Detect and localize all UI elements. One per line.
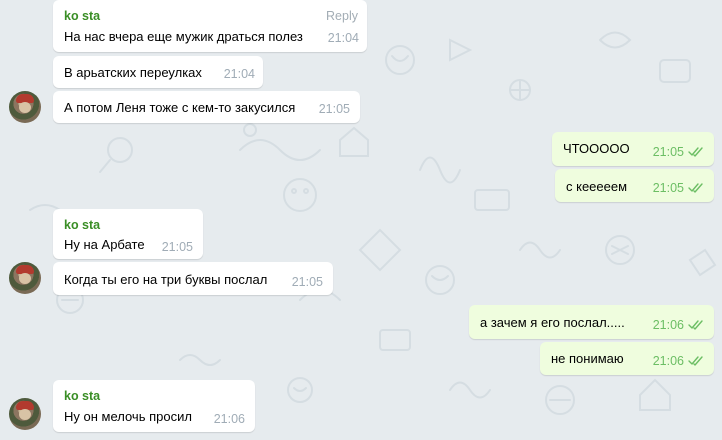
message-text: В арьатских переулках bbox=[64, 65, 202, 80]
message-time: 21:05 bbox=[291, 275, 323, 289]
message-time: 21:05 bbox=[652, 181, 684, 195]
double-check-icon bbox=[688, 320, 703, 330]
message-bubble[interactable]: ЧТООООО 21:05 bbox=[552, 132, 714, 166]
message-text: А потом Леня тоже с кем-то закусился bbox=[64, 100, 296, 115]
message-bubble[interactable]: В арьатских переулках 21:04 bbox=[53, 56, 263, 88]
message-time: 21:06 bbox=[213, 412, 245, 426]
sender-name[interactable]: ko sta bbox=[64, 218, 100, 232]
message-bubble[interactable]: с кееееем 21:05 bbox=[555, 169, 714, 202]
message-time: 21:05 bbox=[161, 240, 193, 254]
message-time: 21:05 bbox=[652, 145, 684, 159]
message-text: с кееееем bbox=[566, 179, 628, 194]
message-text: а зачем я его послал..... bbox=[480, 315, 625, 330]
message-bubble[interactable]: А потом Леня тоже с кем-то закусился 21:… bbox=[53, 91, 360, 123]
message-time: 21:04 bbox=[223, 67, 255, 81]
message-text: Когда ты его на три буквы послал bbox=[64, 272, 268, 287]
message-bubble[interactable]: ko sta Reply На нас вчера еще мужик драт… bbox=[53, 0, 367, 52]
message-bubble[interactable]: ko sta Ну он мелочь просил 21:06 bbox=[53, 380, 255, 432]
double-check-icon bbox=[688, 183, 703, 193]
message-text: Ну он мелочь просил bbox=[64, 409, 192, 424]
message-bubble[interactable]: Когда ты его на три буквы послал 21:05 bbox=[53, 262, 333, 295]
sender-name[interactable]: ko sta bbox=[64, 389, 100, 403]
message-time: 21:04 bbox=[327, 31, 359, 45]
sender-name[interactable]: ko sta bbox=[64, 9, 100, 23]
user-avatar[interactable] bbox=[9, 91, 41, 123]
message-bubble[interactable]: а зачем я его послал..... 21:06 bbox=[469, 305, 714, 339]
message-bubble[interactable]: не понимаю 21:06 bbox=[540, 342, 714, 375]
message-bubble[interactable]: ko sta Ну на Арбате 21:05 bbox=[53, 209, 203, 259]
user-avatar[interactable] bbox=[9, 398, 41, 430]
double-check-icon bbox=[688, 147, 703, 157]
reply-button[interactable]: Reply bbox=[326, 9, 358, 23]
message-time: 21:05 bbox=[318, 102, 350, 116]
double-check-icon bbox=[688, 356, 703, 366]
message-text: Ну на Арбате bbox=[64, 237, 145, 252]
user-avatar[interactable] bbox=[9, 262, 41, 294]
message-text: На нас вчера еще мужик драться полез bbox=[64, 29, 303, 44]
message-time: 21:06 bbox=[652, 318, 684, 332]
message-text: не понимаю bbox=[551, 351, 624, 366]
message-text: ЧТООООО bbox=[563, 141, 630, 156]
message-time: 21:06 bbox=[652, 354, 684, 368]
